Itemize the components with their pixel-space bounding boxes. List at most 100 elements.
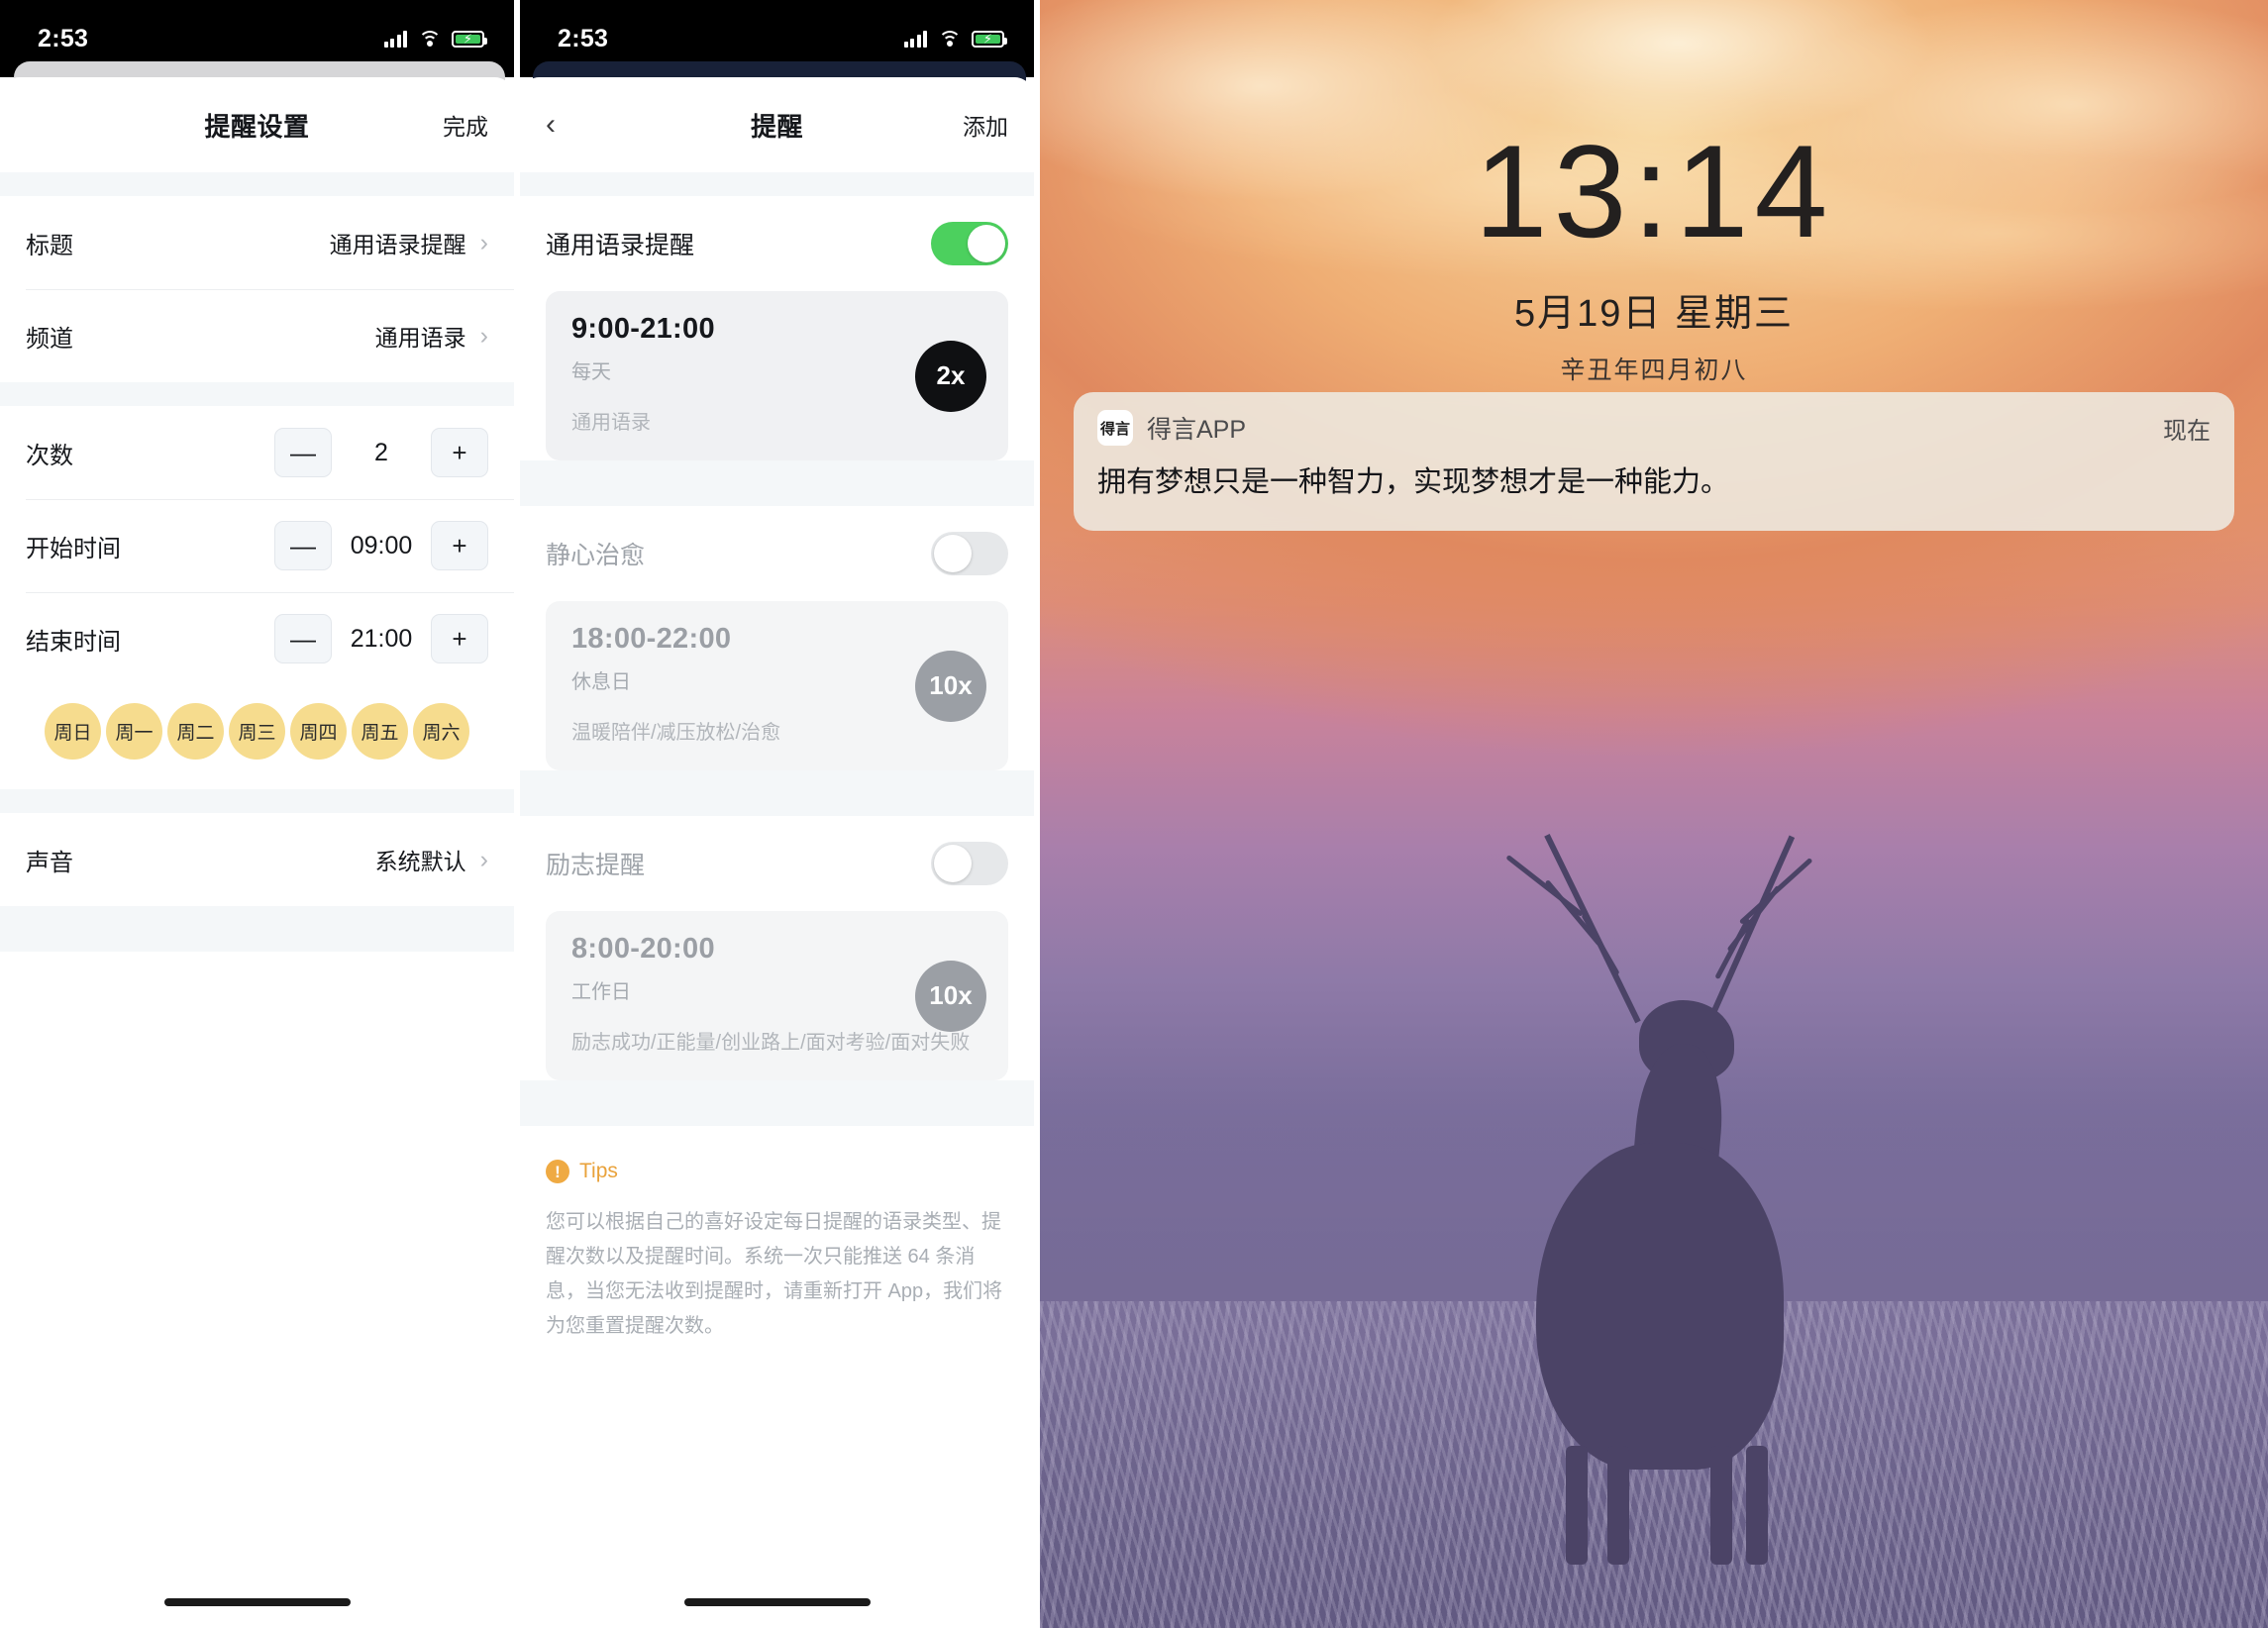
back-button[interactable]: ‹ — [546, 110, 556, 140]
row-end-time-label: 结束时间 — [26, 628, 121, 656]
reminder-item-calm: 静心治愈 18:00-22:00 休息日 温暖陪伴/减压放松/治愈 10x — [520, 506, 1034, 770]
end-time-decrement-button[interactable]: — — [274, 614, 332, 663]
count-stepper: — 2 + — [274, 428, 488, 477]
lock-screen: 13:14 5月19日 星期三 辛丑年四月初八 得言 得言APP 现在 拥有梦想… — [1040, 0, 2268, 1628]
row-channel-value: 通用语录 — [374, 325, 466, 351]
wifi-icon — [938, 30, 961, 48]
section-gap — [0, 172, 514, 196]
reminder-card[interactable]: 8:00-20:00 工作日 励志成功/正能量/创业路上/面对考验/面对失败 1… — [546, 911, 1008, 1080]
weekday-pill-tue[interactable]: 周二 — [167, 703, 224, 760]
done-button[interactable]: 完成 — [443, 108, 488, 142]
exclamation-icon: ! — [546, 1160, 569, 1183]
section-gap — [520, 460, 1034, 506]
status-indicators: ⚡ — [383, 30, 487, 48]
reminder-title: 通用语录提醒 — [546, 232, 695, 259]
reminder-card[interactable]: 18:00-22:00 休息日 温暖陪伴/减压放松/治愈 10x — [546, 601, 1008, 770]
weekday-pill-mon[interactable]: 周一 — [106, 703, 162, 760]
start-time-increment-button[interactable]: + — [431, 521, 488, 570]
status-time: 2:53 — [38, 24, 89, 52]
chevron-right-icon: › — [479, 321, 488, 350]
reminder-tags: 励志成功/正能量/创业路上/面对考验/面对失败 — [571, 1032, 971, 1054]
reminder-item-general: 通用语录提醒 9:00-21:00 每天 通用语录 2x — [520, 196, 1034, 460]
reminder-title: 励志提醒 — [546, 852, 646, 879]
cellular-signal-icon — [903, 30, 927, 48]
reminder-title: 静心治愈 — [546, 542, 646, 569]
row-channel[interactable]: 频道 通用语录 › — [0, 289, 514, 382]
reminder-tags: 温暖陪伴/减压放松/治愈 — [571, 722, 781, 744]
notification-app-name: 得言APP — [1147, 416, 1247, 444]
row-sound[interactable]: 声音 系统默认 › — [0, 813, 514, 906]
group-title-channel: 标题 通用语录提醒 › 频道 通用语录 › — [0, 196, 514, 382]
reminder-time-range: 8:00-20:00 — [571, 933, 715, 965]
phone-panel-reminder-list: 2:53 ⚡ ‹ 提醒 添加 通用语录提醒 9:00-21:00 每天 通用语录… — [520, 0, 1034, 1628]
phone-panel-reminder-settings: 2:53 ⚡ 提醒设置 完成 标题 通用语录提醒 › 频道 通用语录 › 次数 … — [0, 0, 514, 1628]
reminder-toggle[interactable] — [931, 222, 1008, 265]
row-sound-label: 声音 — [26, 849, 73, 876]
start-time-decrement-button[interactable]: — — [274, 521, 332, 570]
status-time: 2:53 — [558, 24, 609, 52]
lock-clock-block: 13:14 5月19日 星期三 辛丑年四月初八 — [1040, 127, 2268, 386]
reminder-time-range: 9:00-21:00 — [571, 313, 715, 345]
notification-timestamp: 现在 — [2163, 417, 2211, 445]
reminder-count-badge: 10x — [915, 650, 986, 722]
reminder-list-sheet: ‹ 提醒 添加 通用语录提醒 9:00-21:00 每天 通用语录 2x 静心治… — [520, 77, 1034, 1628]
weekday-pill-sun[interactable]: 周日 — [45, 703, 101, 760]
count-value: 2 — [374, 438, 388, 466]
settings-sheet: 提醒设置 完成 标题 通用语录提醒 › 频道 通用语录 › 次数 — 2 + 开… — [0, 77, 514, 1628]
weekday-pill-wed[interactable]: 周三 — [229, 703, 285, 760]
row-channel-label: 频道 — [26, 325, 73, 353]
reminder-count-badge: 2x — [915, 340, 986, 412]
chevron-right-icon: › — [479, 228, 488, 256]
notification-banner[interactable]: 得言 得言APP 现在 拥有梦想只是一种智力，实现梦想才是一种能力。 — [1074, 392, 2234, 531]
reminder-tags: 通用语录 — [571, 412, 651, 434]
page-title: 提醒设置 — [204, 111, 310, 142]
row-title-label: 标题 — [26, 232, 73, 259]
reminder-count-badge: 10x — [915, 960, 986, 1032]
row-start-time-label: 开始时间 — [26, 535, 121, 562]
chevron-right-icon: › — [479, 845, 488, 873]
group-schedule: 次数 — 2 + 开始时间 — 09:00 + 结束时间 — 21:00 + 周… — [0, 406, 514, 789]
weekday-pill-thu[interactable]: 周四 — [290, 703, 347, 760]
add-button[interactable]: 添加 — [963, 108, 1008, 142]
status-indicators: ⚡ — [903, 30, 1007, 48]
reminder-time-range: 18:00-22:00 — [571, 623, 732, 655]
home-indicator — [163, 1598, 351, 1606]
battery-charging-icon: ⚡ — [452, 30, 487, 48]
weekday-selector: 周日 周一 周二 周三 周四 周五 周六 — [0, 685, 514, 789]
deer-silhouette — [1441, 833, 1867, 1565]
reminder-item-motivation: 励志提醒 8:00-20:00 工作日 励志成功/正能量/创业路上/面对考验/面… — [520, 816, 1034, 1080]
reminder-toggle[interactable] — [931, 842, 1008, 885]
lock-date: 5月19日 星期三 — [1514, 293, 1794, 335]
row-start-time: 开始时间 — 09:00 + — [0, 499, 514, 592]
page-title: 提醒 — [750, 111, 803, 142]
count-increment-button[interactable]: + — [431, 428, 488, 477]
nav-bar: 提醒设置 完成 — [0, 77, 514, 172]
reminder-toggle[interactable] — [931, 532, 1008, 575]
nav-bar: ‹ 提醒 添加 — [520, 77, 1034, 172]
row-title-value: 通用语录提醒 — [329, 232, 466, 257]
weekday-pill-fri[interactable]: 周五 — [352, 703, 408, 760]
notification-header: 得言 得言APP 现在 — [1097, 410, 2211, 446]
end-time-increment-button[interactable]: + — [431, 614, 488, 663]
group-sound: 声音 系统默认 › — [0, 813, 514, 906]
row-title[interactable]: 标题 通用语录提醒 › — [0, 196, 514, 289]
row-sound-value: 系统默认 — [374, 849, 466, 874]
section-gap — [520, 172, 1034, 196]
lock-lunar-date: 辛丑年四月初八 — [1560, 356, 1748, 384]
screenshot-stage: 2:53 ⚡ 提醒设置 完成 标题 通用语录提醒 › 频道 通用语录 › 次数 … — [0, 0, 2268, 1628]
row-count-label: 次数 — [26, 442, 73, 469]
reminder-card[interactable]: 9:00-21:00 每天 通用语录 2x — [546, 291, 1008, 460]
section-gap — [520, 1080, 1034, 1126]
lock-time: 13:14 — [1474, 119, 1834, 265]
phone-panel-lock-screen: 13:14 5月19日 星期三 辛丑年四月初八 得言 得言APP 现在 拥有梦想… — [1040, 0, 2268, 1628]
reminder-header: 通用语录提醒 — [520, 196, 1034, 291]
row-end-time: 结束时间 — 21:00 + — [0, 592, 514, 685]
tips-label: Tips — [579, 1160, 618, 1182]
section-gap — [0, 382, 514, 406]
wifi-icon — [418, 30, 441, 48]
count-decrement-button[interactable]: — — [274, 428, 332, 477]
section-gap-bottom — [0, 906, 514, 952]
weekday-pill-sat[interactable]: 周六 — [413, 703, 469, 760]
home-indicator — [683, 1598, 871, 1606]
tips-body-text: 您可以根据自己的喜好设定每日提醒的语录类型、提醒次数以及提醒时间。系统一次只能推… — [546, 1211, 1003, 1337]
